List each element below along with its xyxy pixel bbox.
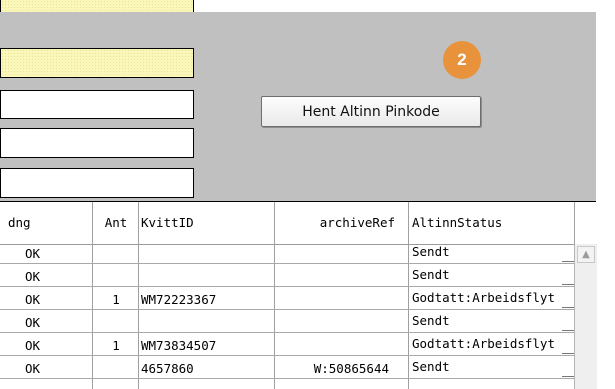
- cell-ant: [94, 245, 138, 263]
- header-archiveref[interactable]: archiveRef: [275, 202, 405, 244]
- cell-ant: [94, 360, 138, 378]
- cell-kvittid: [140, 314, 274, 332]
- cell-altinnstatus: Godtatt:Arbeidsflyt: [412, 291, 555, 305]
- table-header: dng Ant KvittID archiveRef AltinnStatus: [0, 202, 596, 245]
- input-field-5[interactable]: [0, 168, 194, 198]
- cell-ant: 1: [112, 292, 120, 307]
- vertical-scrollbar[interactable]: ▲: [574, 244, 597, 389]
- cell-status-ok: OK: [25, 361, 41, 376]
- cell-archiveref: [275, 245, 405, 263]
- cell-kvittid: [140, 245, 274, 263]
- header-dng[interactable]: dng: [8, 202, 88, 244]
- cell-ant: [94, 314, 138, 332]
- step-badge: 2: [443, 41, 481, 79]
- results-table: dng Ant KvittID archiveRef AltinnStatus …: [0, 201, 597, 389]
- scroll-up-arrow-icon[interactable]: ▲: [577, 246, 595, 263]
- table-row[interactable]: OK 1 WM73834507 Godtatt:Arbeidsflyt: [0, 337, 576, 356]
- fetch-altinn-pin-button[interactable]: Hent Altinn Pinkode: [261, 96, 481, 127]
- table-row[interactable]: OK Sendt: [0, 314, 576, 333]
- cell-status-ok: OK: [25, 269, 41, 284]
- input-field-4[interactable]: [0, 128, 194, 158]
- cell-altinnstatus: Sendt: [412, 314, 450, 328]
- cell-archiveref: W:50865644: [313, 361, 389, 376]
- form-area: Hent Altinn Pinkode 2: [0, 0, 615, 201]
- cell-altinnstatus: Godtatt:Arbeidsflyt: [412, 337, 555, 351]
- cell-kvittid: [140, 268, 274, 286]
- cell-status-ok: OK: [25, 246, 41, 261]
- cell-kvittid: WM73834507: [141, 338, 217, 353]
- table-row[interactable]: OK Sendt: [0, 268, 576, 287]
- cell-ant: [94, 268, 138, 286]
- cell-altinnstatus: Sendt: [412, 360, 450, 374]
- gray-panel: Hent Altinn Pinkode 2: [0, 12, 596, 201]
- cell-archiveref: [275, 314, 405, 332]
- header-corner: [574, 202, 597, 244]
- cell-archiveref: [275, 337, 405, 355]
- header-altinnstatus[interactable]: AltinnStatus: [410, 202, 574, 244]
- table-row[interactable]: OK 1 WM72223367 Godtatt:Arbeidsflyt: [0, 291, 576, 310]
- header-kvittid[interactable]: KvittID: [140, 202, 274, 244]
- cell-altinnstatus: Sendt: [412, 245, 450, 259]
- app-window: Hent Altinn Pinkode 2 dng Ant KvittID ar…: [0, 0, 615, 389]
- cell-kvittid: WM72223367: [141, 292, 217, 307]
- cell-kvittid: 4657860: [141, 361, 194, 376]
- input-field-3[interactable]: [0, 90, 194, 119]
- table-row[interactable]: OK 4657860 W:50865644 Sendt: [0, 360, 576, 379]
- cell-ant: 1: [112, 338, 120, 353]
- header-ant[interactable]: Ant: [94, 202, 138, 244]
- cell-status-ok: OK: [25, 338, 41, 353]
- cell-archiveref: [275, 268, 405, 286]
- cell-status-ok: OK: [25, 292, 41, 307]
- cell-altinnstatus: Sendt: [412, 268, 450, 282]
- input-field-2[interactable]: [0, 48, 194, 78]
- cell-status-ok: OK: [25, 315, 41, 330]
- cell-archiveref: [275, 291, 405, 309]
- table-row[interactable]: OK Sendt: [0, 245, 576, 264]
